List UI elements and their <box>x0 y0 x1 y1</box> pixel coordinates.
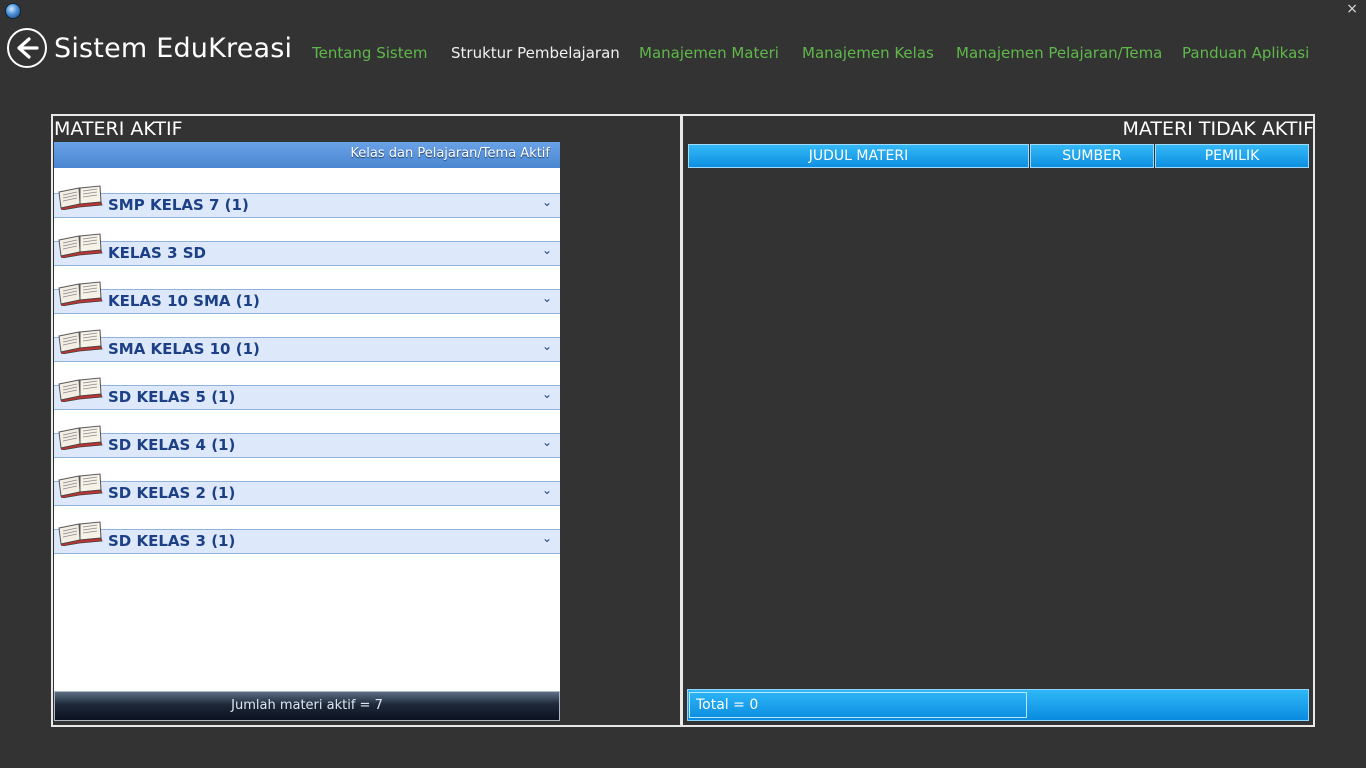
back-arrow-icon <box>17 37 39 59</box>
materi-aktif-title: MATERI AKTIF <box>54 118 183 140</box>
chevron-down-icon[interactable]: ⌄ <box>542 243 552 257</box>
class-group-label: SMP KELAS 7 (1) <box>108 196 249 214</box>
class-group-label: SD KELAS 4 (1) <box>108 436 236 454</box>
column-header-sumber[interactable]: SUMBER <box>1030 144 1154 168</box>
close-button[interactable]: × <box>1346 1 1358 17</box>
back-button[interactable] <box>7 28 47 68</box>
panel-divider <box>680 114 683 727</box>
nav-item-panduan-aplikasi[interactable]: Panduan Aplikasi <box>1182 44 1309 62</box>
class-group-row[interactable]: SD KELAS 4 (1) ⌄ <box>54 425 560 458</box>
class-group-row[interactable]: SMP KELAS 7 (1) ⌄ <box>54 185 560 218</box>
chevron-down-icon[interactable]: ⌄ <box>542 531 552 545</box>
book-icon <box>58 185 103 210</box>
class-group-row[interactable]: SD KELAS 3 (1) ⌄ <box>54 521 560 554</box>
class-group-label: SMA KELAS 10 (1) <box>108 340 260 358</box>
class-group-row[interactable]: SD KELAS 5 (1) ⌄ <box>54 377 560 410</box>
app-title: Sistem EduKreasi <box>54 33 293 64</box>
app-globe-icon <box>5 3 21 19</box>
chevron-down-icon[interactable]: ⌄ <box>542 291 552 305</box>
active-materials-panel: Kelas dan Pelajaran/Tema Aktif SMP KELAS… <box>54 142 560 692</box>
class-group-label: SD KELAS 3 (1) <box>108 532 236 550</box>
class-group-row[interactable]: KELAS 3 SD ⌄ <box>54 233 560 266</box>
class-group-row[interactable]: SD KELAS 2 (1) ⌄ <box>54 473 560 506</box>
nav-item-tentang-sistem[interactable]: Tentang Sistem <box>312 44 427 62</box>
book-icon <box>58 521 103 546</box>
class-group-label: KELAS 3 SD <box>108 244 206 262</box>
nav-item-manajemen-kelas[interactable]: Manajemen Kelas <box>802 44 934 62</box>
chevron-down-icon[interactable]: ⌄ <box>542 195 552 209</box>
book-icon <box>58 281 103 306</box>
class-group-row[interactable]: KELAS 10 SMA (1) ⌄ <box>54 281 560 314</box>
class-group-label: KELAS 10 SMA (1) <box>108 292 260 310</box>
total-bar: Total = 0 <box>687 689 1309 721</box>
active-class-header: Kelas dan Pelajaran/Tema Aktif <box>54 142 560 168</box>
chevron-down-icon[interactable]: ⌄ <box>542 339 552 353</box>
chevron-down-icon[interactable]: ⌄ <box>542 483 552 497</box>
nav-item-manajemen-pelajaran-tema[interactable]: Manajemen Pelajaran/Tema <box>956 44 1162 62</box>
book-icon <box>58 377 103 402</box>
chevron-down-icon[interactable]: ⌄ <box>542 435 552 449</box>
column-header-judul-materi[interactable]: JUDUL MATERI <box>688 144 1029 168</box>
book-icon <box>58 233 103 258</box>
book-icon <box>58 425 103 450</box>
class-group-label: SD KELAS 5 (1) <box>108 388 236 406</box>
book-icon <box>58 329 103 354</box>
class-group-label: SD KELAS 2 (1) <box>108 484 236 502</box>
chevron-down-icon[interactable]: ⌄ <box>542 387 552 401</box>
class-group-row[interactable]: SMA KELAS 10 (1) ⌄ <box>54 329 560 362</box>
column-header-pemilik[interactable]: PEMILIK <box>1155 144 1309 168</box>
book-icon <box>58 473 103 498</box>
nav-item-manajemen-materi[interactable]: Manajemen Materi <box>639 44 779 62</box>
materi-tidak-aktif-title: MATERI TIDAK AKTIF <box>1122 118 1315 140</box>
active-count-bar: Jumlah materi aktif = 7 <box>54 691 560 721</box>
nav-item-struktur-pembelajaran[interactable]: Struktur Pembelajaran <box>451 44 620 62</box>
total-label: Total = 0 <box>689 692 1027 718</box>
